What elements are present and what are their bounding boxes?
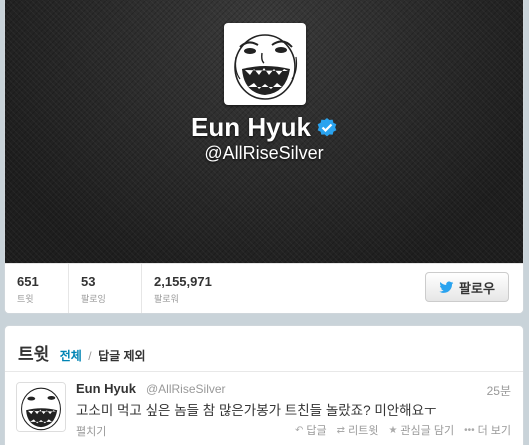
tweets-panel: 트윗 전체 / 답글 제외 Eun Hyuk @AllRiseSilver 25… (4, 325, 524, 445)
display-name: Eun Hyuk (5, 112, 523, 143)
stat-following-value: 53 (81, 274, 96, 289)
tweet-item[interactable]: Eun Hyuk @AllRiseSilver 25분 고소미 먹고 싶은 놈들… (5, 372, 523, 445)
stat-followers-value: 2,155,971 (154, 274, 212, 289)
retweet-icon: ⇄ (336, 424, 346, 436)
meme-face-icon (17, 383, 65, 431)
tweet-expand-link[interactable]: 펼치기 (76, 423, 106, 439)
favorite-label: 관심글 담기 (400, 425, 455, 437)
more-icon: ••• (464, 424, 475, 436)
more-label: 더 보기 (477, 425, 511, 437)
follow-button-label: 팔로우 (459, 280, 495, 296)
tweet-text: 고소미 먹고 싶은 놈들 참 많은가봉가 트친들 놀랐죠? 미안해요ㅜ (76, 403, 437, 418)
filter-all-link[interactable]: 전체 (60, 349, 82, 363)
favorite-icon: ★ (388, 424, 398, 436)
filter-separator: / (88, 349, 92, 363)
verified-badge-icon (317, 114, 337, 137)
follow-button[interactable]: 팔로우 (425, 272, 509, 302)
stat-tweets[interactable]: 651 트윗 (5, 264, 69, 313)
more-action[interactable]: ••• 더 보기 (464, 422, 511, 438)
filter-no-replies-link[interactable]: 답글 제외 (98, 349, 146, 363)
reply-action[interactable]: ↶ 답글 (295, 422, 327, 438)
tweet-author-handle[interactable]: @AllRiseSilver (146, 382, 226, 396)
twitter-bird-icon (439, 281, 454, 293)
profile-avatar[interactable] (224, 23, 306, 105)
tweets-title: 트윗 (18, 345, 50, 364)
profile-header: Eun Hyuk @AllRiseSilver (5, 0, 523, 263)
stat-following-label: 팔로잉 (81, 294, 106, 304)
favorite-action[interactable]: ★ 관심글 담기 (388, 422, 454, 438)
screen-name: @AllRiseSilver (204, 143, 324, 163)
display-name-text: Eun Hyuk (191, 112, 311, 142)
retweet-action[interactable]: ⇄ 리트윗 (337, 422, 379, 438)
retweet-label: 리트윗 (348, 425, 379, 437)
profile-card: Eun Hyuk @AllRiseSilver 651 트윗 53 팔로잉 2,… (4, 0, 524, 314)
tweet-author-name[interactable]: Eun Hyuk (76, 381, 136, 396)
stat-following[interactable]: 53 팔로잉 (69, 264, 142, 313)
stat-tweets-label: 트윗 (17, 294, 34, 304)
reply-icon: ↶ (295, 424, 304, 436)
tweet-actions: ↶ 답글 ⇄ 리트윗 ★ 관심글 담기 ••• 더 보기 (295, 422, 511, 438)
tweet-avatar[interactable] (16, 382, 66, 432)
stat-tweets-value: 651 (17, 274, 39, 289)
tweets-header: 트윗 전체 / 답글 제외 (5, 326, 523, 372)
meme-face-icon (228, 27, 302, 101)
reply-label: 답글 (306, 425, 327, 437)
tweet-timestamp[interactable]: 25분 (487, 382, 511, 399)
stat-followers[interactable]: 2,155,971 팔로워 (142, 264, 242, 313)
stat-followers-label: 팔로워 (154, 294, 179, 304)
